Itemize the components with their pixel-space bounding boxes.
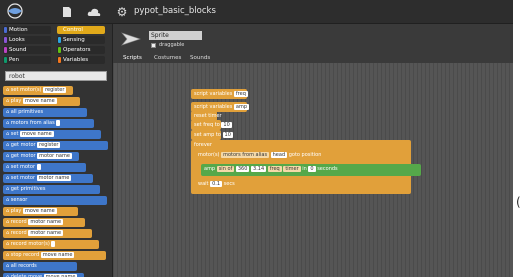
script-area[interactable]: script variables freq script variables a… <box>113 63 513 277</box>
script-block[interactable]: script variables freq <box>191 89 248 99</box>
draggable-label: draggable <box>159 42 185 48</box>
search-input[interactable]: robot <box>5 71 107 81</box>
partial-text: ( <box>516 195 521 209</box>
block-input-slot[interactable] <box>36 163 41 170</box>
draggable-checkbox[interactable] <box>151 43 156 48</box>
palette-block[interactable]: ⌂ play move name <box>3 97 80 106</box>
palette-block[interactable]: ⌂ all primitives <box>3 108 87 117</box>
category-pen[interactable]: Pen <box>3 56 51 64</box>
script-block[interactable]: set freq to 10 <box>191 120 232 130</box>
block-input-slot[interactable]: move name <box>40 251 75 258</box>
block-input-slot[interactable]: amp <box>233 103 250 110</box>
block-input-slot[interactable]: move name <box>43 273 78 277</box>
block-input-slot[interactable]: 10 <box>221 121 232 128</box>
snap-logo-icon[interactable] <box>3 3 27 19</box>
palette-block[interactable]: ⌂ set motor <box>3 163 86 172</box>
block-input-slot[interactable] <box>51 240 56 247</box>
block-input-slot[interactable]: motors from alias <box>221 151 270 158</box>
tab-scripts[interactable]: Scripts <box>123 55 142 61</box>
block-label: amp <box>204 166 216 172</box>
palette-block[interactable]: ⌂ record motor name <box>3 229 92 238</box>
palette-block[interactable]: ⌂ get motor register <box>3 141 108 150</box>
palette-block[interactable]: ⌂ record motor name <box>3 218 85 227</box>
block-label: set freq to <box>194 122 220 128</box>
cloud-icon[interactable] <box>87 7 101 17</box>
block-input-slot[interactable]: register <box>43 86 67 93</box>
category-variables[interactable]: Variables <box>57 56 105 64</box>
block-input-slot[interactable]: move name <box>22 207 57 214</box>
block-label: script variables <box>194 104 233 110</box>
block-input-slot[interactable]: register <box>37 141 61 148</box>
script-block[interactable]: wait 0.1 secs <box>195 179 235 189</box>
tab-costumes[interactable]: Costumes <box>154 55 181 61</box>
block-input-slot[interactable]: motor name <box>36 174 72 181</box>
block-input-slot[interactable]: 3.14 <box>251 165 267 172</box>
block-input-slot[interactable]: move name <box>22 97 57 104</box>
palette-block[interactable]: ⌂ set motor motor name <box>3 174 93 183</box>
palette-block[interactable]: ⌂ all records <box>3 262 77 271</box>
block-input-slot[interactable]: 10 <box>222 131 233 138</box>
script-block[interactable]: set amp to 10 <box>191 130 233 140</box>
palette-block[interactable]: ⌂ get primitives <box>3 185 100 194</box>
category-motion[interactable]: Motion <box>3 26 51 34</box>
block-palette: Motion Looks Sound Pen Control Sensing Operato… <box>0 24 113 277</box>
block-input-slot[interactable]: timer <box>283 165 301 172</box>
block-input-slot[interactable]: freq <box>233 90 248 97</box>
palette-block[interactable]: ⌂ set move name <box>3 130 101 139</box>
file-icon[interactable] <box>61 6 73 18</box>
category-operators[interactable]: Operators <box>57 46 105 54</box>
script-block[interactable]: motor(s) motors from alias head goto pos… <box>195 150 333 160</box>
palette-block[interactable]: ⌂ motors from alias <box>3 119 94 128</box>
block-input-slot[interactable]: move name <box>20 130 54 137</box>
block-input-slot[interactable] <box>56 119 61 126</box>
block-label: wait <box>198 181 209 187</box>
category-sound[interactable]: Sound <box>3 46 51 54</box>
top-bar: ⚙ pypot_basic_blocks <box>0 0 513 24</box>
category-control[interactable]: Control <box>57 26 105 34</box>
block-input-slot[interactable]: motor name <box>28 229 64 236</box>
sprite-arrow-icon[interactable] <box>121 32 141 46</box>
block-label: script variables <box>194 91 233 97</box>
block-label: seconds <box>317 166 338 172</box>
block-label: set amp to <box>194 132 221 138</box>
category-looks[interactable]: Looks <box>3 36 51 44</box>
gear-icon[interactable]: ⚙ <box>115 5 129 19</box>
block-input-slot[interactable]: sin of <box>216 165 235 172</box>
script-block[interactable]: amp sin of 360 3.14 freq timer in 0 seco… <box>201 164 421 176</box>
sprite-header: Sprite draggable Scripts Costumes Sounds <box>113 24 513 63</box>
palette-block[interactable]: ⌂ delete move move name <box>3 273 84 277</box>
palette-block[interactable]: ⌂ play move name <box>3 207 78 216</box>
app-window: ⚙ pypot_basic_blocks Motion Looks Sound Pen… <box>0 0 513 277</box>
block-input-slot[interactable]: motor name <box>28 218 64 225</box>
palette-block[interactable]: ⌂ set motor(s) register <box>3 86 73 95</box>
block-input-slot[interactable]: 0.1 <box>210 180 223 187</box>
block-label: motor(s) <box>198 152 220 158</box>
block-label: in <box>302 166 307 172</box>
block-label: secs <box>223 181 235 187</box>
project-title: pypot_basic_blocks <box>134 6 216 16</box>
palette-block[interactable]: ⌂ record motor(s) <box>3 240 99 249</box>
palette-block[interactable]: ⌂ stop record move name <box>3 251 106 260</box>
palette-block[interactable]: ⌂ get motor motor name <box>3 152 79 161</box>
palette-block[interactable]: ⌂ sensor <box>3 196 107 205</box>
block-input-slot[interactable]: head <box>270 151 288 158</box>
block-input-slot[interactable]: motor name <box>37 152 72 159</box>
block-label: forever <box>194 142 212 148</box>
block-input-slot[interactable]: 360 <box>235 165 250 172</box>
block-label: reset timer <box>194 113 222 119</box>
category-sensing[interactable]: Sensing <box>57 36 105 44</box>
block-label: goto position <box>288 152 322 158</box>
block-input-slot[interactable]: 0 <box>308 165 316 172</box>
block-input-slot[interactable]: freq <box>267 165 282 172</box>
tab-sounds[interactable]: Sounds <box>190 55 210 61</box>
sprite-name-field[interactable]: Sprite <box>149 31 202 40</box>
